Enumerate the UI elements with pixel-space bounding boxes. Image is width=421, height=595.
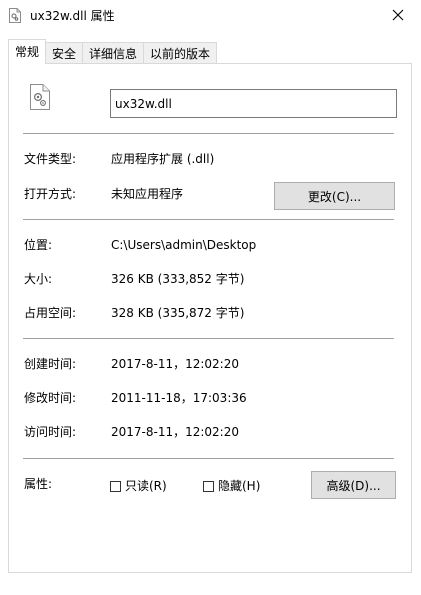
divider [23, 338, 394, 339]
filename-field[interactable] [110, 89, 397, 118]
readonly-checkbox[interactable]: 只读(R) [110, 478, 167, 494]
hidden-label: 隐藏(H) [218, 479, 261, 493]
modified-value: 2011-11-18，17:03:36 [111, 391, 247, 405]
tab-general[interactable]: 常规 [8, 39, 47, 64]
location-value: C:\Users\admin\Desktop [111, 238, 257, 252]
opens-with-value: 未知应用程序 [111, 187, 184, 201]
tab-previous-versions[interactable]: 以前的版本 [143, 42, 218, 64]
location-label: 位置: [24, 238, 53, 252]
divider [23, 133, 394, 134]
created-label: 创建时间: [24, 357, 77, 371]
attributes-label: 属性: [24, 477, 53, 491]
close-button[interactable] [375, 0, 421, 30]
size-on-disk-value: 328 KB (335,872 字节) [111, 306, 245, 320]
accessed-label: 访问时间: [24, 425, 77, 439]
opens-with-label: 打开方式: [24, 187, 77, 201]
dll-file-icon [9, 8, 21, 23]
size-on-disk-label: 占用空间: [24, 306, 77, 320]
hidden-checkbox-box[interactable] [203, 480, 214, 492]
tab-details[interactable]: 详细信息 [82, 42, 145, 64]
readonly-checkbox-box[interactable] [110, 480, 121, 492]
size-label: 大小: [24, 272, 53, 286]
file-type-value: 应用程序扩展 (.dll) [111, 152, 215, 166]
advanced-button[interactable]: 高级(D)... [311, 471, 396, 499]
close-icon [392, 9, 404, 21]
divider [23, 458, 394, 459]
change-button[interactable]: 更改(C)... [274, 182, 395, 210]
tab-security[interactable]: 安全 [45, 42, 84, 64]
divider [23, 219, 394, 220]
title-bar: ux32w.dll 属性 [0, 0, 421, 32]
tab-strip: 常规 安全 详细信息 以前的版本 [8, 39, 218, 64]
readonly-label: 只读(R) [125, 479, 167, 493]
hidden-checkbox[interactable]: 隐藏(H) [203, 478, 260, 494]
file-type-label: 文件类型: [24, 152, 77, 166]
size-value: 326 KB (333,852 字节) [111, 272, 245, 286]
accessed-value: 2017-8-11，12:02:20 [111, 425, 239, 439]
modified-label: 修改时间: [24, 391, 77, 405]
created-value: 2017-8-11，12:02:20 [111, 357, 239, 371]
window-title: ux32w.dll 属性 [30, 9, 115, 23]
dll-file-icon [30, 84, 50, 110]
